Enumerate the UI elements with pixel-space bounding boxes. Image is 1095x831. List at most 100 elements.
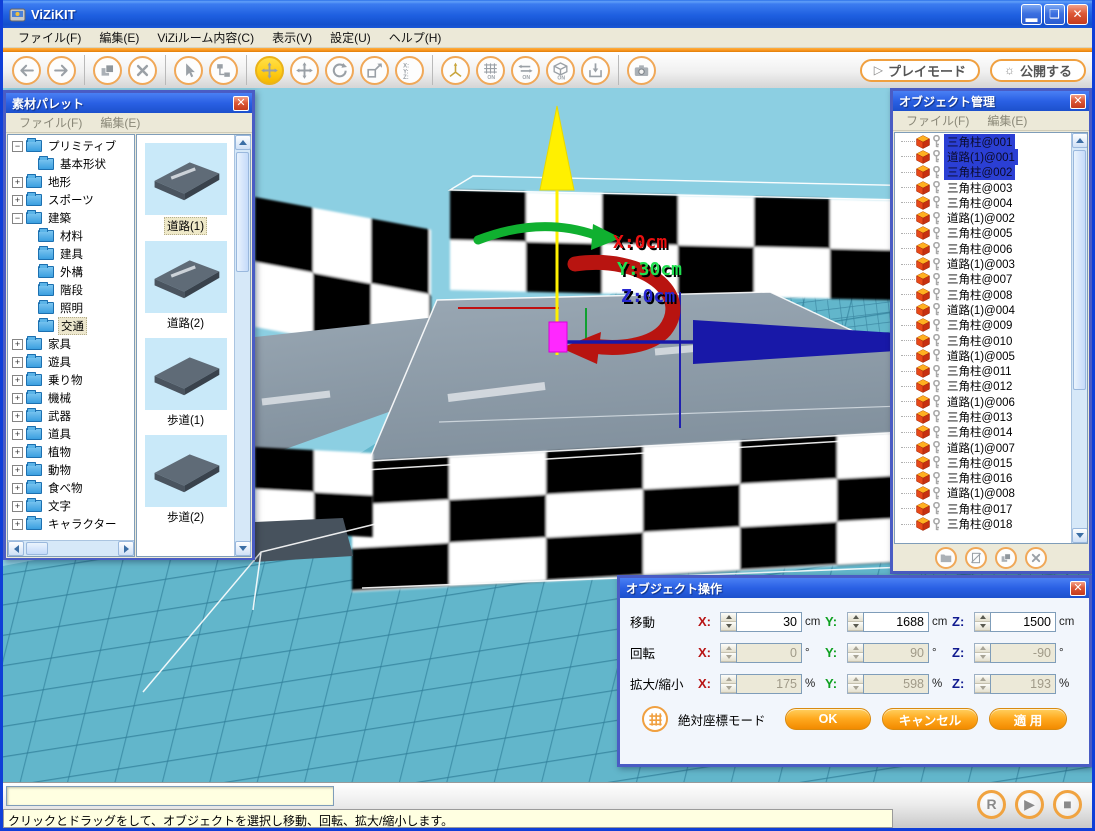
reset-button[interactable]: R [977, 790, 1006, 819]
tree-item[interactable]: + 植物 [8, 443, 134, 461]
tree-item[interactable]: + 家具 [8, 335, 134, 353]
axis-button[interactable] [441, 56, 470, 85]
tree-item[interactable]: + 武器 [8, 407, 134, 425]
move-button[interactable] [290, 56, 319, 85]
object-list-item[interactable]: 道路(1)@006 [895, 394, 1071, 409]
object-list-item[interactable]: 三角柱@017 [895, 501, 1071, 516]
dialog-title-bar[interactable]: オブジェクト操作 ✕ [620, 578, 1089, 598]
title-bar[interactable]: ViZiKIT ▬ ❑ ✕ [3, 0, 1092, 28]
menu-item[interactable]: 設定(U) [321, 27, 380, 48]
material-item[interactable]: 道路(2) [143, 241, 229, 332]
forward-button[interactable] [47, 56, 76, 85]
z-spinner[interactable] [974, 674, 990, 694]
object-list-item[interactable]: 道路(1)@003 [895, 256, 1071, 271]
scroll-left-button[interactable] [8, 541, 24, 556]
tree-item[interactable]: 交通 [8, 317, 134, 335]
material-thumbnail[interactable] [145, 241, 227, 313]
hierarchy-button[interactable] [209, 56, 238, 85]
object-list-item[interactable]: 道路(1)@004 [895, 302, 1071, 317]
expand-icon[interactable]: + [12, 339, 23, 350]
back-button[interactable] [12, 56, 41, 85]
menu-item[interactable]: ViZiルーム内容(C) [148, 27, 263, 48]
tree-item[interactable]: 階段 [8, 281, 134, 299]
group-button[interactable] [995, 547, 1017, 569]
y-value-field[interactable]: 90 [863, 643, 929, 663]
expand-icon[interactable]: + [12, 357, 23, 368]
x-spinner[interactable] [720, 674, 736, 694]
object-list-item[interactable]: 道路(1)@001 [895, 149, 1071, 164]
object-list-item[interactable]: 道路(1)@005 [895, 348, 1071, 363]
object-list-item[interactable]: 三角柱@002 [895, 165, 1071, 180]
menu-item[interactable]: 表示(V) [263, 27, 321, 48]
z-spinner[interactable] [974, 612, 990, 632]
object-manager-menu-item[interactable]: ファイル(F) [897, 110, 978, 131]
scroll-right-button[interactable] [118, 541, 134, 556]
expand-icon[interactable]: + [12, 447, 23, 458]
material-item[interactable]: 歩道(1) [143, 338, 229, 429]
y-spinner[interactable] [847, 612, 863, 632]
object-manager-menu-item[interactable]: 編集(E) [978, 110, 1036, 131]
absolute-mode-button[interactable] [642, 706, 668, 732]
expand-icon[interactable]: + [12, 465, 23, 476]
object-list-item[interactable]: 道路(1)@002 [895, 210, 1071, 225]
maximize-button[interactable]: ❑ [1044, 4, 1065, 25]
object-list-item[interactable]: 三角柱@012 [895, 379, 1071, 394]
tree-item[interactable]: 建具 [8, 245, 134, 263]
scroll-down-button[interactable] [235, 541, 251, 556]
tree-item[interactable]: + 乗り物 [8, 371, 134, 389]
object-list-scrollbar[interactable] [1071, 133, 1087, 543]
menu-item[interactable]: 編集(E) [90, 27, 148, 48]
stop-button[interactable]: ■ [1053, 790, 1082, 819]
import-button[interactable] [581, 56, 610, 85]
scroll-up-button[interactable] [235, 135, 251, 150]
z-value-field[interactable]: 193 [990, 674, 1056, 694]
object-list-item[interactable]: 三角柱@008 [895, 287, 1071, 302]
x-spinner[interactable] [720, 612, 736, 632]
cancel-button[interactable]: キャンセル [882, 708, 978, 730]
dialog-close-button[interactable]: ✕ [1070, 581, 1086, 596]
menu-item[interactable]: ヘルプ(H) [380, 27, 451, 48]
object-list-item[interactable]: 三角柱@011 [895, 363, 1071, 378]
expand-icon[interactable]: + [12, 177, 23, 188]
scroll-down-button[interactable] [1072, 528, 1088, 543]
expand-icon[interactable]: + [12, 519, 23, 530]
ok-button[interactable]: OK [785, 708, 871, 730]
object-list-item[interactable]: 三角柱@014 [895, 425, 1071, 440]
object-list-item[interactable]: 三角柱@013 [895, 409, 1071, 424]
object-list-item[interactable]: 三角柱@003 [895, 180, 1071, 195]
minimize-button[interactable]: ▬ [1021, 4, 1042, 25]
expand-icon[interactable]: + [12, 411, 23, 422]
collapse-icon[interactable]: − [12, 141, 23, 152]
rotate-button[interactable] [325, 56, 354, 85]
tree-item[interactable]: + 食べ物 [8, 479, 134, 497]
object-list-item[interactable]: 道路(1)@007 [895, 440, 1071, 455]
select-button[interactable] [174, 56, 203, 85]
tree-item[interactable]: + 遊具 [8, 353, 134, 371]
tree-item[interactable]: 材料 [8, 227, 134, 245]
y-spinner[interactable] [847, 643, 863, 663]
palette-close-button[interactable]: ✕ [233, 96, 249, 111]
scrollbar-thumb[interactable] [1073, 150, 1086, 390]
menu-item[interactable]: ファイル(F) [9, 27, 90, 48]
gizmo-move-button[interactable] [255, 56, 284, 85]
expand-icon[interactable]: + [12, 375, 23, 386]
material-thumbnail[interactable] [145, 435, 227, 507]
apply-button[interactable]: 適 用 [989, 708, 1067, 730]
material-thumbnail[interactable] [145, 338, 227, 410]
x-value-field[interactable]: 175 [736, 674, 802, 694]
tree-item[interactable]: + 機械 [8, 389, 134, 407]
object-list-item[interactable]: 三角柱@018 [895, 516, 1071, 531]
scale-button[interactable] [360, 56, 389, 85]
play-button[interactable]: ▶ [1015, 790, 1044, 819]
delete-button[interactable] [128, 56, 157, 85]
object-list-item[interactable]: 三角柱@004 [895, 195, 1071, 210]
grid-toggle-button[interactable] [476, 56, 505, 85]
camera-button[interactable] [627, 56, 656, 85]
tree-horizontal-scrollbar[interactable] [8, 540, 134, 556]
object-list-item[interactable]: 三角柱@006 [895, 241, 1071, 256]
tree-item[interactable]: − プリミティブ [8, 137, 134, 155]
delete-object-button[interactable] [1025, 547, 1047, 569]
scroll-up-button[interactable] [1072, 133, 1088, 148]
snap-toggle-button[interactable] [511, 56, 540, 85]
tree-item[interactable]: 外構 [8, 263, 134, 281]
